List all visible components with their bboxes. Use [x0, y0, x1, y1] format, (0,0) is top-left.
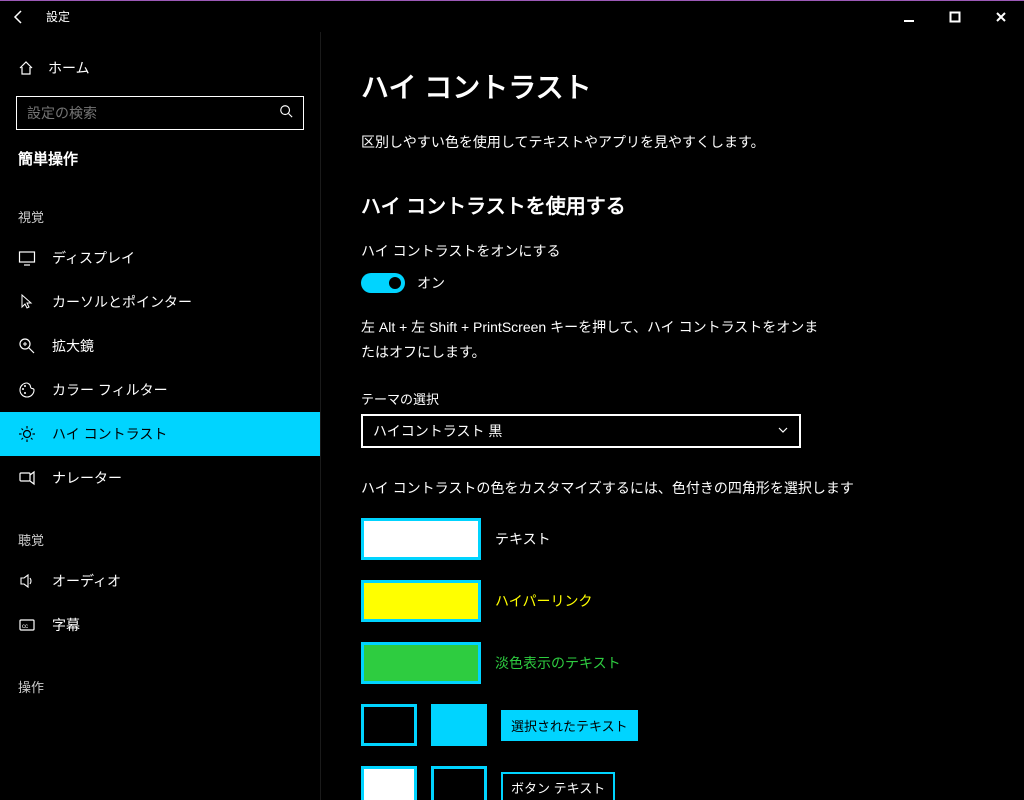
- swatch-button-bg[interactable]: [431, 766, 487, 800]
- category-visual: 視覚: [0, 177, 320, 236]
- palette-icon: [18, 381, 36, 399]
- swatch-selected-fg[interactable]: [361, 704, 417, 746]
- page-title: ハイ コントラスト: [361, 66, 984, 106]
- sidebar-item-highcontrast[interactable]: ハイ コントラスト: [0, 412, 320, 456]
- sidebar-item-cursor[interactable]: カーソルとポインター: [0, 280, 320, 324]
- back-icon[interactable]: [10, 8, 28, 26]
- customize-label: ハイ コントラストの色をカスタマイズするには、色付きの四角形を選択します: [361, 478, 984, 498]
- swatch-selected-bg[interactable]: [431, 704, 487, 746]
- swatch-row-disabled: 淡色表示のテキスト: [361, 642, 984, 684]
- magnifier-icon: [18, 337, 36, 355]
- window-controls: [886, 1, 1024, 33]
- sidebar-item-label: 字幕: [52, 615, 80, 635]
- swatch-row-text: テキスト: [361, 518, 984, 560]
- dropdown-value: ハイコントラスト 黒: [373, 421, 502, 441]
- swatch-label: 淡色表示のテキスト: [495, 653, 621, 673]
- sidebar-item-label: ナレーター: [52, 468, 122, 488]
- sidebar-item-label: カラー フィルター: [52, 380, 168, 400]
- sidebar-item-magnifier[interactable]: 拡大鏡: [0, 324, 320, 368]
- chevron-down-icon: [777, 424, 789, 439]
- close-button[interactable]: [978, 1, 1024, 33]
- sidebar-item-label: オーディオ: [52, 571, 121, 591]
- sidebar-item-display[interactable]: ディスプレイ: [0, 236, 320, 280]
- toggle-label: ハイ コントラストをオンにする: [361, 241, 984, 261]
- svg-text:cc: cc: [22, 624, 28, 630]
- home-label: ホーム: [48, 58, 90, 78]
- group-title: 簡単操作: [0, 148, 320, 177]
- swatch-label: テキスト: [495, 529, 551, 549]
- theme-dropdown[interactable]: ハイコントラスト 黒: [361, 414, 801, 448]
- sidebar-item-colorfilter[interactable]: カラー フィルター: [0, 368, 320, 412]
- swatch-row-selected: 選択されたテキスト: [361, 704, 984, 746]
- sidebar-item-audio[interactable]: オーディオ: [0, 559, 320, 603]
- sidebar-item-label: カーソルとポインター: [52, 292, 192, 312]
- swatch-hyperlink[interactable]: [361, 580, 481, 622]
- titlebar: 設定: [0, 0, 1024, 32]
- audio-icon: [18, 572, 36, 590]
- cursor-icon: [18, 293, 36, 311]
- sidebar-item-label: ハイ コントラスト: [52, 424, 167, 444]
- sidebar-item-narrator[interactable]: ナレーター: [0, 456, 320, 500]
- swatch-disabled[interactable]: [361, 642, 481, 684]
- display-icon: [18, 249, 36, 267]
- search-field[interactable]: [27, 105, 279, 121]
- search-input[interactable]: [16, 96, 304, 130]
- section-heading: ハイ コントラストを使用する: [361, 190, 984, 219]
- theme-label: テーマの選択: [361, 389, 984, 408]
- page-description: 区別しやすい色を使用してテキストやアプリを見やすくします。: [361, 132, 984, 152]
- swatch-label: ハイパーリンク: [495, 591, 592, 611]
- highcontrast-toggle[interactable]: [361, 273, 405, 293]
- minimize-button[interactable]: [886, 1, 932, 33]
- captions-icon: cc: [18, 616, 36, 634]
- toggle-state: オン: [417, 273, 445, 293]
- search-icon: [279, 104, 293, 123]
- home-icon: [18, 60, 34, 76]
- category-hearing: 聴覚: [0, 500, 320, 559]
- main-content: ハイ コントラスト 区別しやすい色を使用してテキストやアプリを見やすくします。 …: [320, 32, 1024, 800]
- sidebar: ホーム 簡単操作 視覚 ディスプレイ カーソルとポインター 拡大鏡 カラ: [0, 32, 320, 800]
- narrator-icon: [18, 469, 36, 487]
- swatch-label: ボタン テキスト: [501, 772, 615, 800]
- window-title: 設定: [46, 8, 70, 25]
- category-interaction: 操作: [0, 647, 320, 706]
- swatch-row-hyperlink: ハイパーリンク: [361, 580, 984, 622]
- swatch-row-button: ボタン テキスト: [361, 766, 984, 800]
- swatch-button-fg[interactable]: [361, 766, 417, 800]
- swatch-text[interactable]: [361, 518, 481, 560]
- brightness-icon: [18, 425, 36, 443]
- home-link[interactable]: ホーム: [0, 58, 320, 96]
- sidebar-item-label: ディスプレイ: [52, 248, 135, 268]
- sidebar-item-captions[interactable]: cc 字幕: [0, 603, 320, 647]
- shortcut-hint: 左 Alt + 左 Shift + PrintScreen キーを押して、ハイ …: [361, 315, 821, 365]
- swatch-label: 選択されたテキスト: [501, 710, 638, 741]
- maximize-button[interactable]: [932, 1, 978, 33]
- sidebar-item-label: 拡大鏡: [52, 336, 94, 356]
